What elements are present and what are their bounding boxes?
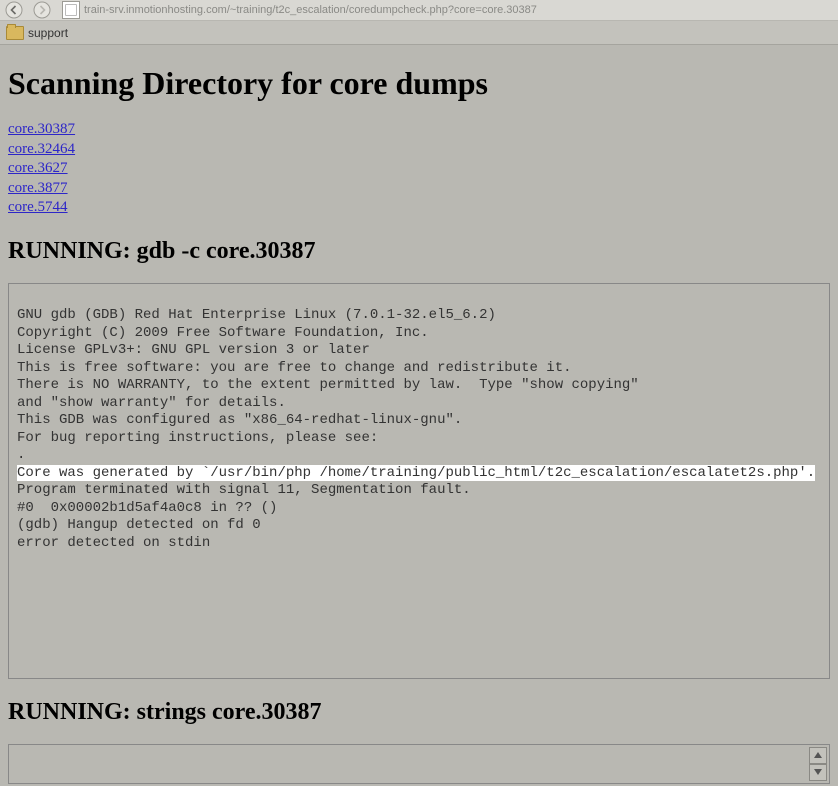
strings-output: CORE CORE <box>8 744 830 784</box>
core-link[interactable]: core.3627 <box>8 159 830 179</box>
page-title: Scanning Directory for core dumps <box>8 65 830 102</box>
bookmarks-bar: support <box>0 21 838 45</box>
gdb-heading: RUNNING: gdb -c core.30387 <box>8 238 830 265</box>
arrow-right-icon <box>33 1 51 19</box>
forward-button[interactable] <box>28 0 56 20</box>
gdb-output: GNU gdb (GDB) Red Hat Enterprise Linux (… <box>8 283 830 679</box>
bookmark-folder-support[interactable]: support <box>0 26 74 40</box>
page-icon <box>62 1 80 19</box>
scroll-down-button[interactable] <box>809 764 827 781</box>
scroll-up-button[interactable] <box>809 747 827 764</box>
core-link[interactable]: core.32464 <box>8 140 830 160</box>
strings-heading: RUNNING: strings core.30387 <box>8 699 830 726</box>
core-file-links: core.30387core.32464core.3627core.3877co… <box>8 120 830 218</box>
chevron-up-icon <box>814 752 822 758</box>
chevron-down-icon <box>814 769 822 775</box>
page-body: Scanning Directory for core dumps core.3… <box>0 45 838 786</box>
arrow-left-icon <box>5 1 23 19</box>
core-link[interactable]: core.30387 <box>8 120 830 140</box>
core-link[interactable]: core.3877 <box>8 179 830 199</box>
bookmark-label: support <box>28 26 68 40</box>
core-link[interactable]: core.5744 <box>8 198 830 218</box>
browser-toolbar: train-srv.inmotionhosting.com/~training/… <box>0 0 838 21</box>
address-bar[interactable]: train-srv.inmotionhosting.com/~training/… <box>84 4 838 16</box>
scrollbar[interactable] <box>809 747 827 781</box>
back-button[interactable] <box>0 0 28 20</box>
folder-icon <box>6 26 24 40</box>
